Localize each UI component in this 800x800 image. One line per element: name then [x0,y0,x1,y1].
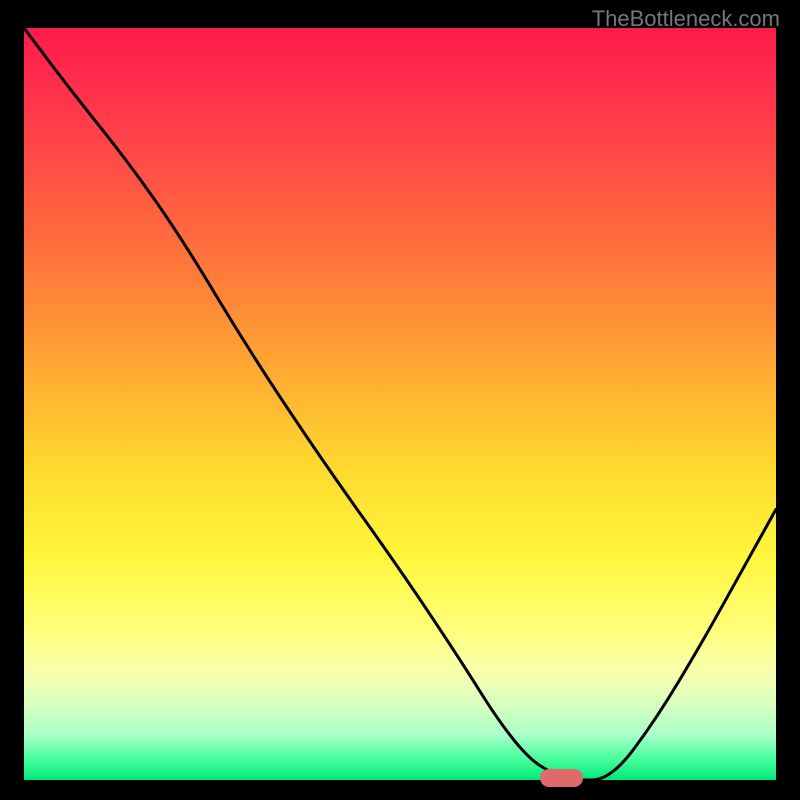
bottleneck-curve-svg [24,28,776,780]
optimal-point-marker [540,769,584,787]
watermark-text: TheBottleneck.com [592,6,780,32]
bottleneck-curve-path [24,28,776,780]
